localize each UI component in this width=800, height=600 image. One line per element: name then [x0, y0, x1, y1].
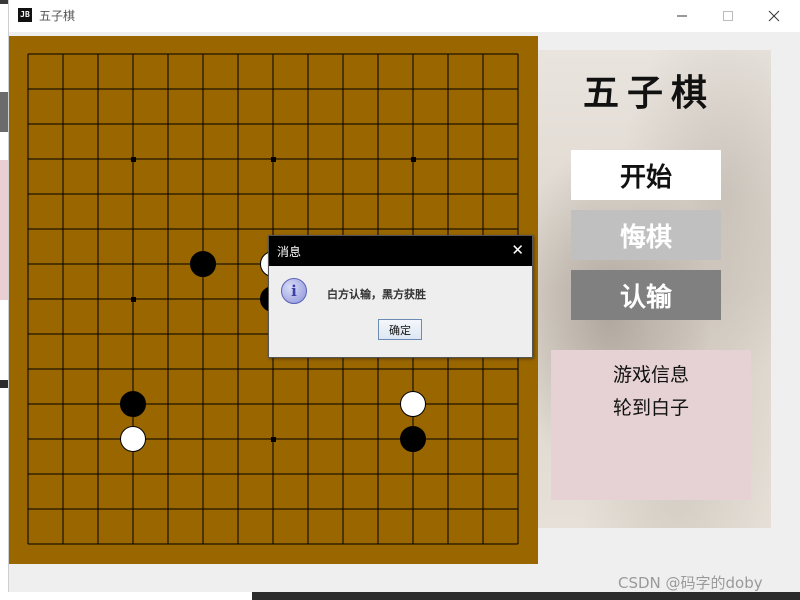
close-window-button[interactable] — [751, 0, 797, 32]
star-point — [411, 157, 416, 162]
white-stone — [400, 391, 426, 417]
desktop-taskbar-fragment — [252, 592, 800, 600]
message-dialog: 消息 ✕ i 白方认输，黑方获胜 确定 — [268, 235, 533, 358]
dialog-title-bar[interactable]: 消息 ✕ — [269, 236, 532, 266]
star-point — [131, 297, 136, 302]
title-bar[interactable]: JB 五子棋 — [9, 0, 800, 32]
maximize-icon — [723, 11, 733, 21]
star-point — [271, 437, 276, 442]
black-stone — [190, 251, 216, 277]
turn-indicator: 轮到白子 — [612, 397, 689, 419]
app-icon: JB — [18, 8, 32, 22]
info-icon: i — [281, 278, 307, 304]
star-point — [271, 157, 276, 162]
game-info-title: 游戏信息 — [612, 364, 689, 386]
black-stone — [120, 391, 146, 417]
dialog-close-icon[interactable]: ✕ — [511, 241, 524, 259]
start-button[interactable]: 开始 — [571, 150, 721, 200]
close-icon — [768, 10, 780, 22]
black-stone — [400, 426, 426, 452]
dialog-message: 白方认输，黑方获胜 — [327, 288, 426, 301]
dialog-title: 消息 — [277, 245, 302, 259]
game-title: 五子棋 — [582, 72, 715, 114]
minimize-icon — [677, 15, 687, 17]
resign-button[interactable]: 认输 — [571, 270, 721, 320]
window-title: 五子棋 — [39, 9, 76, 23]
white-stone — [120, 426, 146, 452]
game-info-panel: 游戏信息 轮到白子 — [551, 350, 751, 500]
minimize-button[interactable] — [659, 0, 705, 32]
star-point — [131, 157, 136, 162]
watermark: CSDN @码字的doby — [618, 574, 763, 592]
undo-button[interactable]: 悔棋 — [571, 210, 721, 260]
ok-button[interactable]: 确定 — [378, 319, 422, 340]
maximize-button[interactable] — [705, 0, 751, 32]
